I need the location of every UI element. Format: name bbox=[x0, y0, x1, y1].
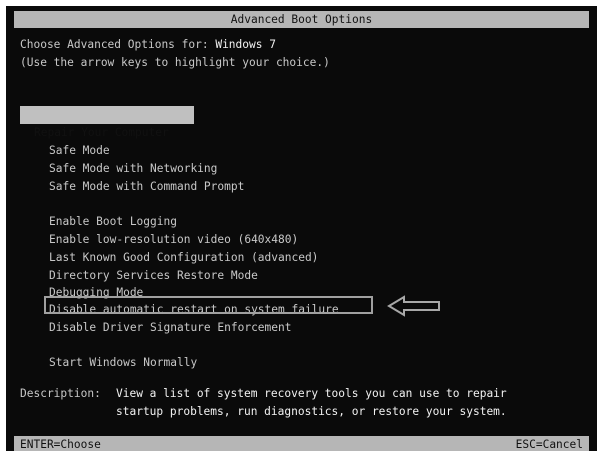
description-line-1: View a list of system recovery tools you… bbox=[116, 387, 507, 400]
enter-choose-hint: ENTER=Choose bbox=[20, 438, 101, 451]
menu-item-enable-boot-logging[interactable]: Enable Boot Logging bbox=[49, 213, 177, 231]
menu-item-disable-driver-signature[interactable]: Disable Driver Signature Enforcement bbox=[49, 319, 291, 337]
description-text: View a list of system recovery tools you… bbox=[116, 385, 586, 421]
instructions-text: (Use the arrow keys to highlight your ch… bbox=[20, 56, 330, 69]
title-bar: Advanced Boot Options bbox=[14, 11, 589, 28]
menu-item-repair-your-computer[interactable]: Repair Your Computer bbox=[20, 106, 194, 139]
menu-item-label: Repair Your Computer bbox=[34, 126, 169, 139]
intro-prefix: Choose Advanced Options for: bbox=[20, 38, 216, 51]
screen-title: Advanced Boot Options bbox=[230, 13, 373, 26]
description-line-2: startup problems, run diagnostics, or re… bbox=[116, 404, 507, 418]
menu-item-start-windows-normally[interactable]: Start Windows Normally bbox=[49, 354, 197, 372]
menu-item-safe-mode[interactable]: Safe Mode bbox=[49, 142, 110, 160]
menu-item-safe-mode-networking[interactable]: Safe Mode with Networking bbox=[49, 160, 217, 178]
intro-line: Choose Advanced Options for: Windows 7 bbox=[20, 36, 276, 54]
left-arrow-outline-icon bbox=[387, 295, 440, 317]
annotation-highlight-box bbox=[44, 296, 373, 314]
menu-item-low-resolution-video[interactable]: Enable low-resolution video (640x480) bbox=[49, 231, 298, 249]
menu-item-directory-services-restore[interactable]: Directory Services Restore Mode bbox=[49, 267, 258, 285]
menu-item-safe-mode-command-prompt[interactable]: Safe Mode with Command Prompt bbox=[49, 178, 244, 196]
footer-bar: ENTER=Choose ESC=Cancel bbox=[14, 436, 589, 451]
menu-item-last-known-good[interactable]: Last Known Good Configuration (advanced) bbox=[49, 249, 318, 267]
boot-screen: Advanced Boot Options Choose Advanced Op… bbox=[6, 6, 597, 451]
esc-cancel-hint: ESC=Cancel bbox=[515, 438, 583, 451]
os-name: Windows 7 bbox=[215, 38, 276, 51]
description-label: Description: bbox=[20, 387, 101, 400]
